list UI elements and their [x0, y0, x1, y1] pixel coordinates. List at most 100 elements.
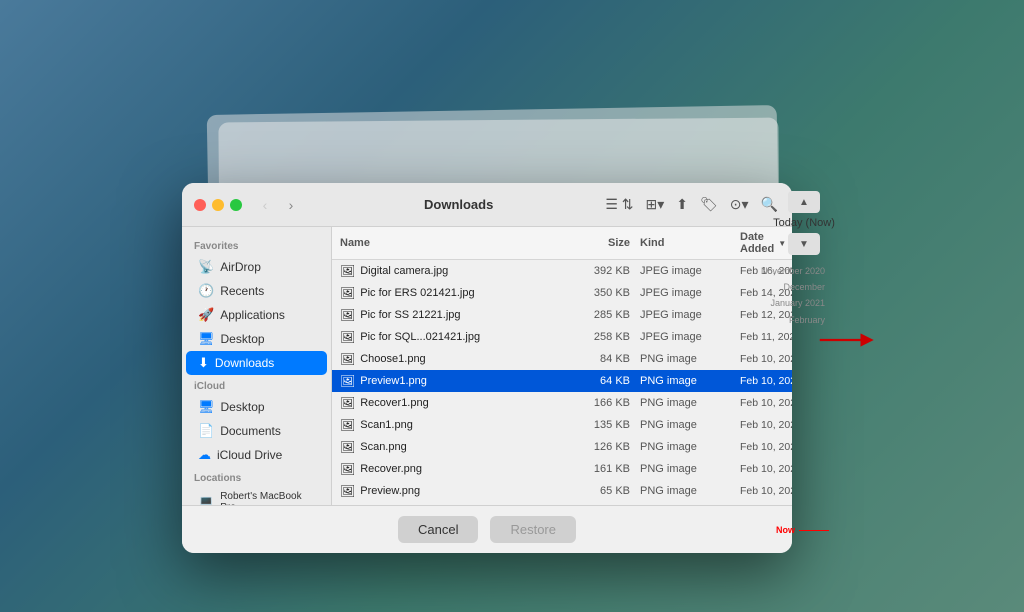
file-name: 🖼 Scan.png	[340, 440, 570, 454]
cancel-button[interactable]: Cancel	[398, 516, 478, 543]
file-size: 258 KB	[570, 331, 640, 343]
timeline-track: November 2020 December January 2021 Febr…	[779, 255, 829, 545]
file-kind: JPEG image	[640, 265, 740, 277]
sidebar-item-applications[interactable]: 🚀 Applications	[186, 303, 327, 327]
file-icon: 🖼	[340, 396, 355, 410]
file-size: 65 KB	[570, 485, 640, 497]
dialog-body: Favorites 📡 AirDrop 🕐 Recents 🚀 Applicat…	[182, 227, 792, 505]
action-icon[interactable]: ⊙▾	[728, 194, 751, 215]
sidebar-item-icloud-drive[interactable]: ☁ iCloud Drive	[186, 443, 327, 467]
restore-button[interactable]: Restore	[490, 516, 576, 543]
col-size-header[interactable]: Size	[570, 237, 640, 249]
recents-label: Recents	[220, 284, 264, 298]
icloud-desktop-label: Desktop	[221, 400, 265, 414]
sidebar-item-icloud-desktop[interactable]: 🖥 Desktop	[186, 395, 327, 419]
toolbar-icons: ☰ ⇅ ⊞▾ ⬆ 🏷 ⊙▾ 🔍	[603, 194, 780, 215]
file-size: 350 KB	[570, 287, 640, 299]
airdrop-icon: 📡	[198, 259, 214, 275]
file-name: 🖼 Digital camera.jpg	[340, 264, 570, 278]
sidebar-item-airdrop[interactable]: 📡 AirDrop	[186, 255, 327, 279]
tag-icon[interactable]: 🏷	[698, 194, 720, 215]
file-icon: 🖼	[340, 418, 355, 432]
file-name: 🖼 Pic for SQL...021421.jpg	[340, 330, 570, 344]
documents-label: Documents	[220, 424, 281, 438]
file-icon: 🖼	[340, 484, 355, 498]
file-row[interactable]: 🖼 Preview.png 65 KB PNG image Feb 10, 20…	[332, 480, 792, 502]
file-kind: JPEG image	[640, 287, 740, 299]
downloads-label: Downloads	[215, 356, 274, 370]
file-name: 🖼 Pic for ERS 021421.jpg	[340, 286, 570, 300]
file-icon: 🖼	[340, 462, 355, 476]
file-row[interactable]: 🖼 Scan.png 126 KB PNG image Feb 10, 2021…	[332, 436, 792, 458]
file-row[interactable]: 🖼 Preview1.png 64 KB PNG image Feb 10, 2…	[332, 370, 792, 392]
file-kind: PNG image	[640, 463, 740, 475]
file-list[interactable]: 🖼 Digital camera.jpg 392 KB JPEG image F…	[332, 260, 792, 505]
timeline-now-text: Now	[776, 525, 795, 535]
share-icon[interactable]: ⬆	[674, 194, 690, 215]
file-size: 64 KB	[570, 375, 640, 387]
file-size: 135 KB	[570, 419, 640, 431]
file-kind: PNG image	[640, 375, 740, 387]
nav-arrows: ‹ ›	[254, 194, 302, 216]
file-icon: 🖼	[340, 308, 355, 322]
finder-dialog: ‹ › Downloads ☰ ⇅ ⊞▾ ⬆ 🏷 ⊙▾ 🔍 Favorites …	[182, 183, 792, 553]
icloud-label: iCloud	[182, 375, 331, 395]
file-kind: PNG image	[640, 441, 740, 453]
desktop-label: Desktop	[221, 332, 265, 346]
timeline-up-button[interactable]: ▲	[788, 191, 820, 213]
documents-icon: 📄	[198, 423, 214, 439]
timeline-now-line	[799, 530, 829, 531]
sidebar-item-desktop[interactable]: 🖥 Desktop	[186, 327, 327, 351]
grid-view-icon[interactable]: ⊞▾	[644, 194, 667, 215]
close-button[interactable]	[194, 199, 206, 211]
column-header: Name Size Kind Date Added ▼	[332, 227, 792, 260]
file-name: 🖼 Preview.png	[340, 484, 570, 498]
file-row[interactable]: 🖼 Scan1.png 135 KB PNG image Feb 10, 202…	[332, 414, 792, 436]
file-row[interactable]: 🖼 Recover1.png 166 KB PNG image Feb 10, …	[332, 392, 792, 414]
timeline-label-jan: January 2021	[770, 295, 825, 311]
file-row[interactable]: 🖼 Digital camera.jpg 392 KB JPEG image F…	[332, 260, 792, 282]
zoom-button[interactable]	[230, 199, 242, 211]
file-size: 161 KB	[570, 463, 640, 475]
sidebar: Favorites 📡 AirDrop 🕐 Recents 🚀 Applicat…	[182, 227, 332, 505]
file-icon: 🖼	[340, 264, 355, 278]
col-kind-header[interactable]: Kind	[640, 237, 740, 249]
file-size: 285 KB	[570, 309, 640, 321]
timeline-label-dec: December	[783, 279, 825, 295]
back-button[interactable]: ‹	[254, 194, 276, 216]
minimize-button[interactable]	[212, 199, 224, 211]
file-row[interactable]: 🖼 Pic for SQL...021421.jpg 258 KB JPEG i…	[332, 326, 792, 348]
sidebar-item-macbook[interactable]: 💻 Robert's MacBook Pro	[186, 487, 327, 505]
file-kind: PNG image	[640, 485, 740, 497]
col-name-header[interactable]: Name	[340, 237, 570, 249]
file-row[interactable]: 🖼 Choose1.png 84 KB PNG image Feb 10, 20…	[332, 348, 792, 370]
search-icon[interactable]: 🔍	[759, 194, 780, 215]
sidebar-item-documents[interactable]: 📄 Documents	[186, 419, 327, 443]
file-name: 🖼 Choose1.png	[340, 352, 570, 366]
desktop-icon: 🖥	[198, 331, 215, 347]
file-kind: PNG image	[640, 397, 740, 409]
sidebar-item-downloads[interactable]: ⬇ Downloads	[186, 351, 327, 375]
file-area: Name Size Kind Date Added ▼ 🖼 Digital ca…	[332, 227, 792, 505]
traffic-lights	[194, 199, 242, 211]
file-row[interactable]: 🖼 Pic for ERS 021421.jpg 350 KB JPEG ima…	[332, 282, 792, 304]
file-kind: JPEG image	[640, 331, 740, 343]
applications-icon: 🚀	[198, 307, 214, 323]
file-row[interactable]: 🖼 Recover.png 161 KB PNG image Feb 10, 2…	[332, 458, 792, 480]
recents-icon: 🕐	[198, 283, 214, 299]
file-name: 🖼 Pic for SS 21221.jpg	[340, 308, 570, 322]
forward-button[interactable]: ›	[280, 194, 302, 216]
file-kind: PNG image	[640, 353, 740, 365]
timeline-down-button[interactable]: ▼	[788, 233, 820, 255]
file-size: 126 KB	[570, 441, 640, 453]
list-view-icon[interactable]: ☰ ⇅	[603, 194, 635, 215]
titlebar: ‹ › Downloads ☰ ⇅ ⊞▾ ⬆ 🏷 ⊙▾ 🔍	[182, 183, 792, 227]
file-name: 🖼 Scan1.png	[340, 418, 570, 432]
file-size: 166 KB	[570, 397, 640, 409]
file-row[interactable]: 🖼 Pic for SS 21221.jpg 285 KB JPEG image…	[332, 304, 792, 326]
sidebar-item-recents[interactable]: 🕐 Recents	[186, 279, 327, 303]
file-icon: 🖼	[340, 352, 355, 366]
timeline: ▲ Today (Now) ▼ November 2020 December J…	[779, 183, 829, 553]
file-name: 🖼 Recover.png	[340, 462, 570, 476]
file-icon: 🖼	[340, 286, 355, 300]
